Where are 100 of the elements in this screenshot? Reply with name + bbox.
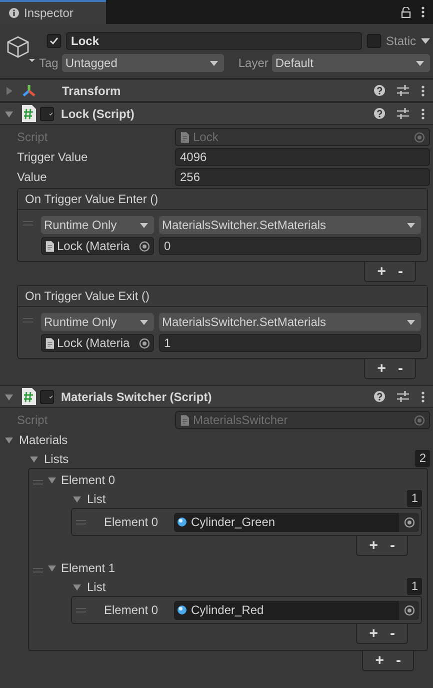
field-label: Script — [17, 413, 49, 427]
more-options-icon[interactable] — [421, 6, 425, 18]
number-field[interactable]: 256 — [175, 168, 430, 186]
script-file-icon — [45, 338, 54, 348]
field-value: Lock (Materia — [57, 336, 130, 350]
more-options-icon[interactable] — [421, 390, 425, 402]
foldout-arrow-icon[interactable] — [73, 494, 81, 502]
remove-button[interactable]: - — [392, 359, 409, 378]
element-label[interactable]: Element 1 — [61, 560, 116, 574]
remove-button[interactable]: - — [384, 624, 401, 643]
cube-icon[interactable] — [5, 34, 35, 64]
name-field[interactable]: Lock — [66, 32, 362, 50]
list-size-field[interactable]: 1 — [407, 490, 422, 507]
layer-label: Layer — [238, 56, 268, 70]
drag-handle-icon[interactable] — [76, 520, 86, 524]
more-options-icon[interactable] — [421, 108, 425, 120]
static-dropdown-icon[interactable] — [421, 38, 430, 44]
foldout-arrow-icon[interactable] — [30, 454, 38, 462]
runtime-dropdown[interactable]: Runtime Only — [41, 216, 154, 234]
foldout-label[interactable]: Lists — [44, 452, 69, 466]
remove-button[interactable]: - — [390, 651, 407, 670]
material-field[interactable]: Cylinder_Red — [174, 600, 419, 620]
transform-axes-icon — [21, 82, 37, 98]
component-title: Materials Switcher (Script) — [61, 390, 212, 404]
foldout-arrow-icon[interactable] — [5, 436, 13, 444]
function-dropdown[interactable]: MaterialsSwitcher.SetMaterials — [159, 216, 421, 234]
field-label: Trigger Value — [17, 150, 89, 164]
number-field[interactable]: 4096 — [175, 148, 430, 166]
foldout-label[interactable]: List — [87, 492, 106, 506]
inspector-tab[interactable]: Inspector — [0, 0, 106, 24]
list-size-field[interactable]: 2 — [415, 450, 430, 467]
drag-handle-icon[interactable] — [33, 568, 43, 572]
preset-sliders-icon[interactable] — [397, 391, 409, 402]
object-picker-icon[interactable] — [139, 240, 150, 252]
remove-button[interactable]: - — [384, 536, 401, 555]
script-file-icon — [180, 132, 189, 142]
object-picker-icon[interactable] — [414, 132, 425, 142]
drag-handle-icon[interactable] — [23, 318, 33, 323]
foldout-arrow-icon[interactable] — [5, 110, 13, 118]
help-icon[interactable] — [374, 108, 385, 119]
foldout-label[interactable]: Materials — [19, 432, 68, 446]
add-button[interactable]: + — [363, 536, 384, 555]
checkmark-icon — [49, 36, 59, 46]
function-dropdown[interactable]: MaterialsSwitcher.SetMaterials — [159, 313, 421, 331]
field-value: MaterialsSwitcher — [193, 413, 288, 427]
material-field[interactable]: Cylinder_Green — [174, 512, 419, 532]
foldout-arrow-icon[interactable] — [73, 582, 81, 590]
target-object-field[interactable]: Lock (Materia — [41, 334, 154, 352]
dropdown-arrow-icon — [140, 320, 148, 324]
layer-dropdown[interactable]: Default — [272, 54, 430, 72]
add-button[interactable]: + — [363, 624, 384, 643]
lock-icon[interactable] — [401, 6, 411, 18]
runtime-dropdown[interactable]: Runtime Only — [41, 313, 154, 331]
foldout-label[interactable]: List — [87, 580, 106, 594]
field-value: Lock — [193, 130, 218, 144]
more-options-icon[interactable] — [421, 84, 425, 96]
drag-handle-icon[interactable] — [76, 608, 86, 612]
argument-field[interactable]: 1 — [159, 334, 421, 352]
component-title: Lock (Script) — [61, 106, 134, 120]
foldout-arrow-icon[interactable] — [48, 564, 56, 572]
field-value: Cylinder_Green — [191, 515, 276, 529]
remove-button[interactable]: - — [392, 262, 409, 281]
event-title: On Trigger Value Exit () — [18, 286, 427, 307]
preset-sliders-icon[interactable] — [397, 108, 409, 119]
tab-label: Inspector — [24, 6, 74, 20]
object-picker-icon[interactable] — [404, 516, 414, 528]
help-icon[interactable] — [374, 391, 385, 402]
script-hash-icon — [21, 105, 36, 122]
argument-field[interactable]: 0 — [159, 237, 421, 255]
help-icon[interactable] — [374, 85, 385, 96]
element-label[interactable]: Element 0 — [61, 472, 116, 486]
enabled-checkbox[interactable] — [40, 106, 54, 120]
object-picker-icon[interactable] — [139, 338, 150, 348]
preset-sliders-icon[interactable] — [397, 85, 409, 96]
element-label: Element 0 — [103, 515, 160, 529]
event-title: On Trigger Value Enter () — [18, 189, 427, 210]
add-button[interactable]: + — [369, 651, 390, 670]
add-button[interactable]: + — [371, 359, 392, 378]
tag-dropdown[interactable]: Untagged — [62, 54, 224, 72]
info-icon — [9, 8, 19, 18]
foldout-arrow-icon[interactable] — [5, 392, 13, 400]
drag-handle-icon[interactable] — [33, 480, 43, 484]
dropdown-arrow-icon — [416, 60, 424, 66]
drag-handle-icon[interactable] — [23, 221, 33, 226]
foldout-arrow-icon[interactable] — [48, 476, 56, 484]
add-button[interactable]: + — [371, 262, 392, 281]
element-label: Element 0 — [103, 603, 160, 617]
script-hash-icon — [21, 388, 36, 405]
enabled-checkbox[interactable] — [40, 390, 54, 404]
static-checkbox[interactable] — [366, 34, 381, 48]
object-picker-icon[interactable] — [414, 414, 425, 426]
component-header[interactable]: Transform — [0, 79, 433, 102]
component-header[interactable]: Materials Switcher (Script) — [0, 385, 433, 408]
target-object-field[interactable]: Lock (Materia — [41, 237, 154, 255]
object-picker-icon[interactable] — [404, 604, 414, 616]
active-checkbox[interactable] — [47, 34, 61, 48]
foldout-arrow-icon[interactable] — [5, 86, 13, 94]
list-size-field[interactable]: 1 — [407, 578, 422, 595]
component-header[interactable]: Lock (Script) — [0, 102, 433, 125]
field-value: Cylinder_Red — [191, 603, 264, 617]
